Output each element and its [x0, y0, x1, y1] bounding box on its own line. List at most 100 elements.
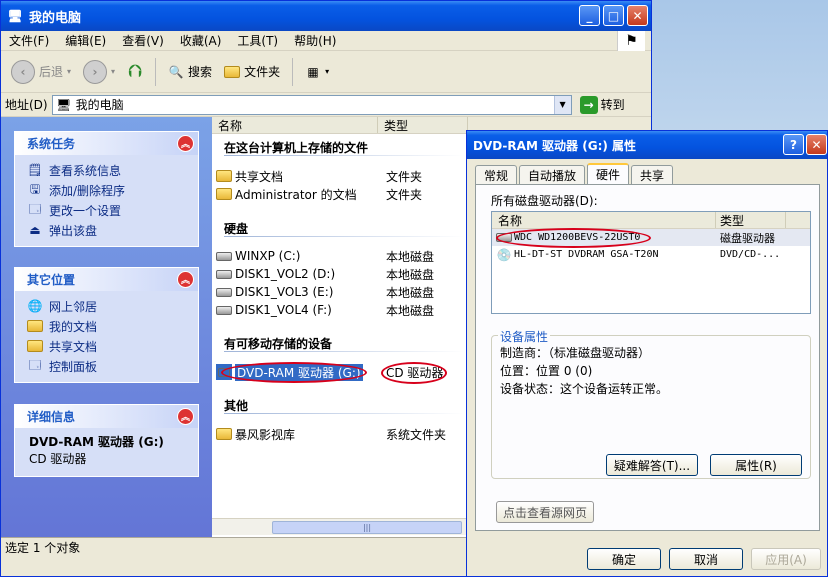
- hard-drive-icon: [216, 248, 232, 264]
- system-tasks-header[interactable]: 系统任务 ︽: [15, 132, 198, 155]
- control-panel-icon: 🗔: [28, 357, 42, 372]
- apply-button[interactable]: 应用(A): [751, 548, 821, 570]
- menu-view[interactable]: 查看(V): [114, 32, 172, 49]
- up-button[interactable]: ⮉: [123, 61, 147, 82]
- red-annotation-ellipse: [221, 362, 367, 383]
- tab-strip: 常规 自动播放 硬件 共享: [475, 163, 674, 184]
- collapse-icon[interactable]: ︽: [177, 271, 194, 288]
- tab-hardware[interactable]: 硬件: [587, 163, 630, 184]
- drive-row[interactable]: 💿 HL-DT-ST DVDRAM GSA-T20N DVD/CD-...: [492, 246, 810, 263]
- shared-folder-icon: [27, 338, 43, 354]
- hardware-tab-panel: 所有磁盘驱动器(D): 名称 类型 WDC WD1200BEVS-22UST0 磁…: [475, 184, 820, 531]
- eject-disk-link[interactable]: ⏏ 弹出该盘: [27, 220, 190, 240]
- list-item[interactable]: 暴风影视库 系统文件夹: [216, 425, 466, 443]
- my-documents-link[interactable]: 我的文档: [27, 316, 190, 336]
- window-title: 我的电脑: [29, 10, 82, 26]
- address-label: 地址(D): [5, 98, 48, 112]
- maximize-button[interactable]: □: [603, 5, 624, 26]
- forward-button[interactable]: › ▾: [79, 58, 119, 86]
- device-status-text: 设备状态：这个设备运转正常。: [500, 382, 669, 396]
- change-setting-link[interactable]: 🗔 更改一个设置: [27, 200, 190, 220]
- list-item[interactable]: DISK1_VOL4 (F:) 本地磁盘: [216, 301, 466, 319]
- column-headers: 名称 类型: [212, 117, 470, 134]
- location-text: 位置：位置 0 (0): [500, 364, 593, 378]
- task-pane: 系统任务 ︽ 🗒 查看系统信息 🖫 添加/删除程序 🗔 更改一个设置 ⏏ 弹出该盘 其它位…: [1, 117, 212, 539]
- device-properties-group: 设备属性 制造商：（标准磁盘驱动器） 位置：位置 0 (0) 设备状态：这个设备…: [491, 328, 811, 479]
- drive-list[interactable]: 名称 类型 WDC WD1200BEVS-22UST0 磁盘驱动器 💿 HL-DT-…: [491, 211, 811, 314]
- go-button[interactable]: → 转到: [579, 95, 625, 114]
- forward-arrow-icon: ›: [83, 59, 108, 84]
- hard-drive-icon: [216, 302, 232, 318]
- cancel-button[interactable]: 取消: [669, 548, 743, 570]
- network-places-link[interactable]: 🌐 网上邻居: [27, 296, 190, 316]
- explorer-titlebar[interactable]: 🖥 我的电脑 _ □ ✕: [1, 1, 651, 31]
- details-panel: 详细信息 ︽ DVD-RAM 驱动器 (G:) CD 驱动器: [14, 404, 199, 477]
- hard-drive-icon: [216, 266, 232, 282]
- menu-edit[interactable]: 编辑(E): [57, 32, 114, 49]
- list-item[interactable]: DISK1_VOL2 (D:) 本地磁盘: [216, 265, 466, 283]
- add-remove-programs-link[interactable]: 🖫 添加/删除程序: [27, 180, 190, 200]
- list-item[interactable]: DISK1_VOL3 (E:) 本地磁盘: [216, 283, 466, 301]
- column-type[interactable]: 类型: [378, 117, 468, 133]
- folders-button[interactable]: 文件夹: [220, 61, 284, 82]
- views-button[interactable]: ▦ ▾: [301, 62, 333, 82]
- device-properties-title: 设备属性: [498, 328, 551, 345]
- folder-icon: [216, 168, 232, 184]
- details-header[interactable]: 详细信息 ︽: [15, 405, 198, 428]
- ok-button[interactable]: 确定: [587, 548, 661, 570]
- properties-button[interactable]: 属性(R): [710, 454, 802, 476]
- menu-help[interactable]: 帮助(H): [286, 32, 344, 49]
- address-dropdown-icon[interactable]: ▼: [553, 95, 571, 114]
- tab-autoplay[interactable]: 自动播放: [519, 165, 586, 184]
- collapse-icon[interactable]: ︽: [177, 408, 194, 425]
- other-places-panel: 其它位置 ︽ 🌐 网上邻居 我的文档 共享文档 🗔 控制面板: [14, 267, 199, 383]
- address-bar: 地址(D) 🖥 我的电脑 ▼ → 转到: [1, 93, 651, 117]
- programs-icon: 🖫: [29, 181, 41, 196]
- troubleshoot-button[interactable]: 疑难解答(T)...: [606, 454, 698, 476]
- menu-tools[interactable]: 工具(T): [229, 32, 286, 49]
- collapse-icon[interactable]: ︽: [177, 135, 194, 152]
- tab-general[interactable]: 常规: [475, 165, 518, 184]
- view-source-button[interactable]: 点击查看源网页: [496, 501, 594, 523]
- views-icon: ▦: [307, 64, 319, 79]
- drive-col-name[interactable]: 名称: [492, 212, 716, 228]
- control-panel-link[interactable]: 🗔 控制面板: [27, 356, 190, 376]
- dvd-drive-icon: 💿: [496, 247, 512, 262]
- menu-file[interactable]: 文件(F): [1, 32, 57, 49]
- list-item[interactable]: WINXP (C:) 本地磁盘: [216, 247, 466, 265]
- help-button[interactable]: ?: [783, 134, 804, 155]
- system-tasks-panel: 系统任务 ︽ 🗒 查看系统信息 🖫 添加/删除程序 🗔 更改一个设置 ⏏ 弹出该盘: [14, 131, 199, 247]
- list-item[interactable]: 共享文档 文件夹: [216, 167, 466, 185]
- tab-sharing[interactable]: 共享: [631, 165, 674, 184]
- computer-icon: 🖥: [7, 9, 23, 23]
- computer-small-icon: 🖥: [55, 97, 72, 112]
- view-system-info-link[interactable]: 🗒 查看系统信息: [27, 160, 190, 180]
- address-field[interactable]: 🖥 我的电脑 ▼: [51, 94, 572, 115]
- other-places-header[interactable]: 其它位置 ︽: [15, 268, 198, 291]
- properties-dialog: DVD-RAM 驱动器 (G:) 属性 ? ✕ 常规 自动播放 硬件 共享 所有…: [466, 130, 828, 577]
- documents-icon: [27, 318, 43, 334]
- drive-col-type[interactable]: 类型: [716, 212, 786, 228]
- dialog-titlebar[interactable]: DVD-RAM 驱动器 (G:) 属性 ? ✕: [467, 131, 827, 159]
- windows-logo-icon: ⚑: [617, 31, 645, 51]
- list-item[interactable]: Administrator 的文档 文件夹: [216, 185, 466, 203]
- dialog-close-button[interactable]: ✕: [806, 134, 827, 155]
- info-icon: 🗒: [27, 163, 43, 177]
- settings-icon: 🗔: [28, 201, 42, 216]
- back-button[interactable]: ‹ 后退 ▾: [7, 58, 75, 86]
- minimize-button[interactable]: _: [579, 5, 600, 26]
- details-type: CD 驱动器: [29, 452, 87, 466]
- scrollbar-thumb[interactable]: |||: [272, 521, 462, 534]
- search-button[interactable]: 🔍 搜索: [164, 61, 216, 82]
- menu-favorites[interactable]: 收藏(A): [172, 32, 230, 49]
- horizontal-scrollbar[interactable]: |||: [212, 518, 470, 535]
- drive-list-label: 所有磁盘驱动器(D):: [491, 194, 598, 208]
- eject-icon: ⏏: [29, 223, 41, 237]
- close-button[interactable]: ✕: [627, 5, 648, 26]
- go-arrow-icon: →: [579, 95, 598, 114]
- group-removable: 有可移动存储的设备: [224, 337, 333, 351]
- group-hard-disks: 硬盘: [224, 222, 249, 236]
- column-name[interactable]: 名称: [212, 117, 378, 133]
- shared-documents-link[interactable]: 共享文档: [27, 336, 190, 356]
- hard-drive-icon: [216, 284, 232, 300]
